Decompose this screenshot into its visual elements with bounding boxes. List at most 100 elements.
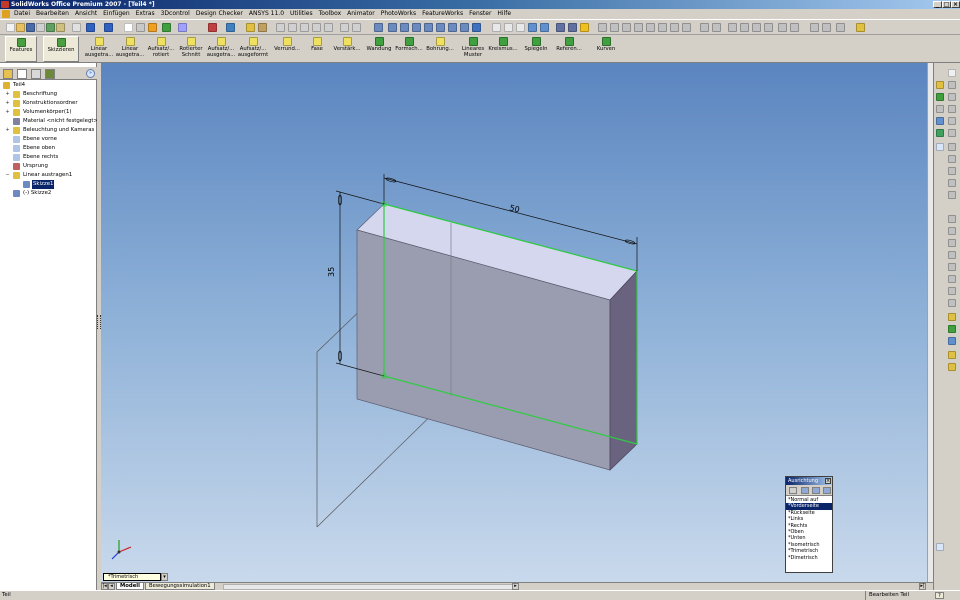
redo-icon[interactable] [104,23,113,32]
design-library-icon[interactable] [948,81,956,89]
menu-bearbeiten[interactable]: Bearbeiten [34,9,71,19]
align-middle-icon[interactable] [646,23,655,32]
graphics-area[interactable]: 50 35 Ausrichtung × *Normal auf *Vorders… [101,63,927,582]
table-icon[interactable] [226,23,235,32]
hole-button[interactable]: Bohrung... [425,36,455,62]
shaded-icon[interactable] [540,23,549,32]
sketch-tools-icon[interactable] [948,129,956,137]
zoom-in-icon[interactable] [412,23,421,32]
tree-item-sensors[interactable]: + Konstruktionsordner [0,99,97,108]
trim-icon[interactable] [948,299,956,307]
menu-extras[interactable]: Extras [134,9,157,19]
custom-properties-icon[interactable] [948,117,956,125]
wireframe-icon[interactable] [492,23,501,32]
rib-button[interactable]: Verstärk... [332,36,362,62]
centerline-icon[interactable] [948,227,956,235]
tab-sketch[interactable]: Skizzieren [43,36,79,62]
draft-button[interactable]: Formsch... [394,36,424,62]
point-tool-icon[interactable] [948,215,956,223]
minimize-button[interactable]: _ [933,1,942,8]
hide-show-icon[interactable] [752,23,761,32]
pin-icon[interactable] [789,487,797,494]
arc-tool-icon[interactable] [948,179,956,187]
rotate-icon[interactable] [288,23,297,32]
zoom-area-icon[interactable] [400,23,409,32]
vertex-icon[interactable] [790,23,799,32]
offset-icon[interactable] [948,275,956,283]
rapid-sketch-icon[interactable] [948,363,956,371]
filter-icon[interactable] [374,23,383,32]
previous-tab-button[interactable]: ◂ [108,583,115,590]
rotate-view-icon[interactable] [436,23,445,32]
resources-icon[interactable] [936,81,944,89]
repair-sketch-icon[interactable] [948,337,956,345]
swept-boss-button[interactable]: Aufsatz/... ausgetra... [206,36,236,62]
lofted-boss-button[interactable]: Aufsatz/... ausgeformt [237,36,269,62]
menu-einfuegen[interactable]: Einfügen [101,9,131,19]
tree-item-annotations[interactable]: + Beschriftung [0,90,97,99]
document-icon[interactable] [2,10,10,18]
distribute-icon[interactable] [670,23,679,32]
menu-datei[interactable]: Datei [12,9,32,19]
align-left-icon[interactable] [598,23,607,32]
menu-photoworks[interactable]: PhotoWorks [379,9,418,19]
appearances-icon[interactable] [948,105,956,113]
file-explorer-icon[interactable] [936,93,944,101]
align-top-icon[interactable] [634,23,643,32]
shell-button[interactable]: Wandung [365,36,393,62]
extruded-cut-button[interactable]: Linear ausgetra... [115,36,145,62]
tree-item-extrude1[interactable]: − Linear austragen1 [0,171,97,180]
menu-featureworks[interactable]: FeatureWorks [420,9,465,19]
photoworks-icon[interactable] [936,117,944,125]
revolved-cut-button[interactable]: Rotierter Schnitt [177,36,205,62]
display-pane-icon[interactable] [836,23,845,32]
chamfer-button[interactable]: Fase [305,36,329,62]
body-icon[interactable] [822,23,831,32]
measure-icon[interactable] [324,23,333,32]
section-view-icon[interactable] [568,23,577,32]
property-manager-tab-icon[interactable] [17,69,27,79]
update-view-icon[interactable] [812,487,820,494]
new-view-icon[interactable] [801,487,809,494]
chamfer-sketch-icon[interactable] [948,263,956,271]
menu-ansicht[interactable]: Ansicht [73,9,99,19]
reset-views-icon[interactable] [823,487,831,494]
copy-icon[interactable] [72,23,81,32]
quick-snaps-icon[interactable] [948,351,956,359]
expand-icon[interactable]: + [5,128,10,133]
line-icon[interactable] [300,23,309,32]
options-icon[interactable] [178,23,187,32]
realview-icon[interactable] [580,23,589,32]
macro-icon[interactable] [258,23,267,32]
align-right-icon[interactable] [622,23,631,32]
pan-view-icon[interactable] [448,23,457,32]
menu-fenster[interactable]: Fenster [467,9,493,19]
print-icon[interactable] [36,23,45,32]
menu-design-checker[interactable]: Design Checker [194,9,245,19]
zoom-fit-icon[interactable] [388,23,397,32]
mass-icon[interactable] [352,23,361,32]
standard-views-icon[interactable] [472,23,481,32]
scene-icon[interactable] [856,23,865,32]
expand-icon[interactable]: + [5,92,10,97]
first-tab-button[interactable]: |◂ [101,583,108,590]
menu-3dcontrol[interactable]: 3Dcontrol [159,9,192,19]
display-manager-tab-icon[interactable] [45,69,55,79]
space-icon[interactable] [682,23,691,32]
search-icon[interactable] [948,93,956,101]
spline-tool-icon[interactable] [948,191,956,199]
collapse-icon[interactable]: − [5,173,10,178]
reference-geometry-button[interactable]: Referen... [554,36,584,62]
face-icon[interactable] [810,23,819,32]
orientation-dialog-title[interactable]: Ausrichtung × [786,477,832,485]
maximize-button[interactable]: □ [942,1,951,8]
scroll-end-button[interactable]: ▸| [919,583,926,590]
previous-view-icon[interactable] [460,23,469,32]
close-button[interactable]: × [951,1,960,8]
toolbox-icon[interactable] [208,23,217,32]
help-icon[interactable]: ? [935,592,944,599]
tree-item-material[interactable]: Material <nicht festgelegt> [0,117,98,126]
line-style-icon[interactable] [728,23,737,32]
dimension-height-value[interactable]: 35 [327,267,336,277]
tree-item-origin[interactable]: Ursprung [0,162,97,171]
